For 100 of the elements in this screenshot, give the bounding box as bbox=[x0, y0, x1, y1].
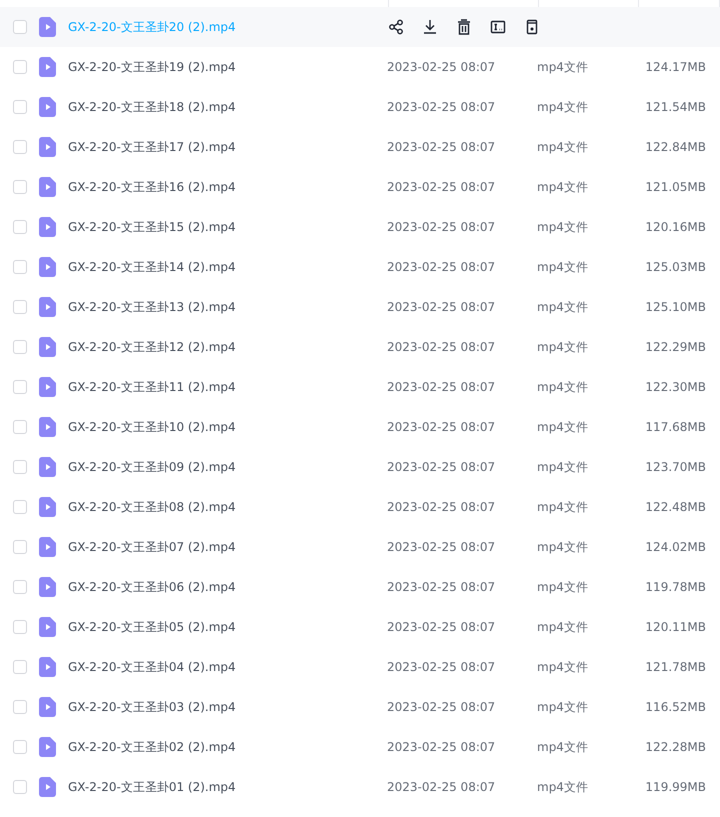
file-name[interactable]: GX-2-20-文王圣卦11 (2).mp4 bbox=[68, 378, 387, 396]
file-size: 122.48MB bbox=[644, 500, 707, 514]
file-size: 125.10MB bbox=[644, 300, 707, 314]
video-file-icon bbox=[39, 97, 56, 117]
file-size: 121.78MB bbox=[644, 660, 707, 674]
checkbox[interactable] bbox=[13, 660, 27, 674]
video-file-icon bbox=[39, 737, 56, 757]
checkbox[interactable] bbox=[13, 420, 27, 434]
file-name[interactable]: GX-2-20-文王圣卦05 (2).mp4 bbox=[68, 618, 387, 636]
file-name[interactable]: GX-2-20-文王圣卦02 (2).mp4 bbox=[68, 738, 387, 756]
modified-date: 2023-02-25 08:07 bbox=[387, 420, 496, 434]
file-type: mp4文件 bbox=[537, 98, 589, 116]
checkbox[interactable] bbox=[13, 460, 27, 474]
file-type: mp4文件 bbox=[537, 418, 589, 436]
modified-date: 2023-02-25 08:07 bbox=[387, 60, 496, 74]
file-size: 120.11MB bbox=[644, 620, 707, 634]
file-type: mp4文件 bbox=[537, 338, 589, 356]
video-file-icon bbox=[39, 377, 56, 397]
modified-date: 2023-02-25 08:07 bbox=[387, 180, 496, 194]
file-size: 122.28MB bbox=[644, 740, 707, 754]
video-file-icon bbox=[39, 17, 56, 37]
file-size: 121.54MB bbox=[644, 100, 707, 114]
file-name[interactable]: GX-2-20-文王圣卦15 (2).mp4 bbox=[68, 218, 387, 236]
file-size: 119.99MB bbox=[644, 780, 707, 794]
file-type: mp4文件 bbox=[537, 178, 589, 196]
modified-date: 2023-02-25 08:07 bbox=[387, 260, 496, 274]
download-icon[interactable] bbox=[421, 18, 439, 36]
checkbox[interactable] bbox=[13, 540, 27, 554]
checkbox[interactable] bbox=[13, 380, 27, 394]
modified-date: 2023-02-25 08:07 bbox=[387, 460, 496, 474]
checkbox[interactable] bbox=[13, 100, 27, 114]
file-type: mp4文件 bbox=[537, 378, 589, 396]
video-file-icon bbox=[39, 57, 56, 77]
checkbox[interactable] bbox=[13, 740, 27, 754]
file-name[interactable]: GX-2-20-文王圣卦18 (2).mp4 bbox=[68, 98, 387, 116]
file-type: mp4文件 bbox=[537, 218, 589, 236]
file-size: 117.68MB bbox=[644, 420, 707, 434]
checkbox[interactable] bbox=[13, 580, 27, 594]
checkbox[interactable] bbox=[13, 260, 27, 274]
rename-icon[interactable] bbox=[489, 18, 507, 36]
checkbox[interactable] bbox=[13, 140, 27, 154]
file-type: mp4文件 bbox=[537, 458, 589, 476]
checkbox[interactable] bbox=[13, 500, 27, 514]
file-name[interactable]: GX-2-20-文王圣卦08 (2).mp4 bbox=[68, 498, 387, 516]
file-name[interactable]: GX-2-20-文王圣卦04 (2).mp4 bbox=[68, 658, 387, 676]
checkbox[interactable] bbox=[13, 620, 27, 634]
checkbox[interactable] bbox=[13, 340, 27, 354]
checkbox[interactable] bbox=[13, 780, 27, 794]
checkbox[interactable] bbox=[13, 300, 27, 314]
video-file-icon bbox=[39, 657, 56, 677]
file-size: 121.05MB bbox=[644, 180, 707, 194]
file-name[interactable]: GX-2-20-文王圣卦01 (2).mp4 bbox=[68, 778, 387, 796]
modified-date: 2023-02-25 08:07 bbox=[387, 380, 496, 394]
file-name[interactable]: GX-2-20-文王圣卦07 (2).mp4 bbox=[68, 538, 387, 556]
checkbox[interactable] bbox=[13, 180, 27, 194]
file-name[interactable]: GX-2-20-文王圣卦09 (2).mp4 bbox=[68, 458, 387, 476]
file-size: 120.16MB bbox=[644, 220, 707, 234]
modified-date: 2023-02-25 08:07 bbox=[387, 300, 496, 314]
file-type: mp4文件 bbox=[537, 138, 589, 156]
file-size: 116.52MB bbox=[644, 700, 707, 714]
modified-date: 2023-02-25 08:07 bbox=[387, 700, 496, 714]
video-file-icon bbox=[39, 537, 56, 557]
file-type: mp4文件 bbox=[537, 658, 589, 676]
file-name[interactable]: GX-2-20-文王圣卦10 (2).mp4 bbox=[68, 418, 387, 436]
checkbox[interactable] bbox=[13, 700, 27, 714]
file-size: 122.84MB bbox=[644, 140, 707, 154]
file-name[interactable]: GX-2-20-文王圣卦17 (2).mp4 bbox=[68, 138, 387, 156]
file-name[interactable]: GX-2-20-文王圣卦16 (2).mp4 bbox=[68, 178, 387, 196]
file-type: mp4文件 bbox=[537, 738, 589, 756]
file-name[interactable]: GX-2-20-文王圣卦12 (2).mp4 bbox=[68, 338, 387, 356]
share-icon[interactable] bbox=[387, 18, 405, 36]
modified-date: 2023-02-25 08:07 bbox=[387, 500, 496, 514]
modified-date: 2023-02-25 08:07 bbox=[387, 540, 496, 554]
file-name[interactable]: GX-2-20-文王圣卦13 (2).mp4 bbox=[68, 298, 387, 316]
file-size: 122.29MB bbox=[644, 340, 707, 354]
file-type: mp4文件 bbox=[537, 618, 589, 636]
file-type: mp4文件 bbox=[537, 778, 589, 796]
trash-icon[interactable] bbox=[455, 18, 473, 36]
file-name[interactable]: GX-2-20-文王圣卦19 (2).mp4 bbox=[68, 58, 387, 76]
file-size: 122.30MB bbox=[644, 380, 707, 394]
modified-date: 2023-02-25 08:07 bbox=[387, 740, 496, 754]
file-size: 125.03MB bbox=[644, 260, 707, 274]
modified-date: 2023-02-25 08:07 bbox=[387, 220, 496, 234]
video-file-icon bbox=[39, 697, 56, 717]
modified-date: 2023-02-25 08:07 bbox=[387, 780, 496, 794]
file-type: mp4文件 bbox=[537, 578, 589, 596]
file-name[interactable]: GX-2-20-文王圣卦06 (2).mp4 bbox=[68, 578, 387, 596]
file-name[interactable]: GX-2-20-文王圣卦03 (2).mp4 bbox=[68, 698, 387, 716]
video-file-icon bbox=[39, 497, 56, 517]
file-name[interactable]: GX-2-20-文王圣卦14 (2).mp4 bbox=[68, 258, 387, 276]
video-file-icon bbox=[39, 777, 56, 797]
file-size: 124.02MB bbox=[644, 540, 707, 554]
video-file-icon bbox=[39, 297, 56, 317]
checkbox[interactable] bbox=[13, 220, 27, 234]
checkbox[interactable] bbox=[13, 60, 27, 74]
video-file-icon bbox=[39, 137, 56, 157]
checkbox[interactable] bbox=[13, 20, 27, 34]
video-file-icon bbox=[39, 217, 56, 237]
modified-date: 2023-02-25 08:07 bbox=[387, 340, 496, 354]
video-file-icon bbox=[39, 617, 56, 637]
